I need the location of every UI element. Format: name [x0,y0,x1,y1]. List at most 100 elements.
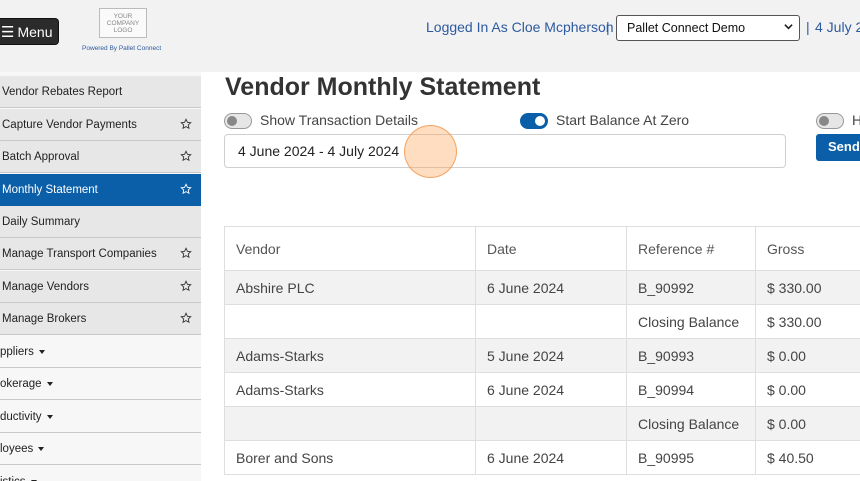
sidebar-item-manage-brokers[interactable]: Manage Brokers [0,303,201,335]
sidebar-item-label: Daily Summary [2,215,80,228]
caret-down-icon [38,446,45,451]
cell-vendor [224,304,476,339]
cell-reference: B_90993 [626,338,756,373]
cell-gross: $ 330.00 [755,304,860,339]
cell-vendor: Adams-Starks [224,338,476,373]
menu-button-label: Menu [17,23,53,40]
sidebar-item-label: Batch Approval [2,150,80,163]
organization-select-value: Pallet Connect Demo [627,21,746,35]
cell-date [475,304,627,339]
sidebar-item-label: Manage Transport Companies [2,247,157,260]
cell-date: 6 June 2024 [475,372,627,407]
third-toggle[interactable] [816,113,844,129]
toggle-knob [535,116,545,126]
sidebar-group-label: ppliers [0,345,34,358]
sidebar-item-vendor-rebates-report[interactable]: Vendor Rebates Report [0,76,201,108]
table-row: Adams-Starks 5 June 2024 B_90993 $ 0.00 [224,338,860,373]
logo-line: COMPANY [106,19,140,27]
sidebar-item-capture-vendor-payments[interactable]: Capture Vendor Payments [0,109,201,141]
sidebar-group-suppliers[interactable]: ppliers [0,336,201,368]
sidebar-item-manage-transport-companies[interactable]: Manage Transport Companies [0,238,201,270]
sidebar-item-label: Vendor Rebates Report [2,85,123,98]
cell-date: 6 June 2024 [475,440,627,475]
cell-reference: Closing Balance [626,304,756,339]
sidebar-group-label: loyees [0,442,34,455]
table-row: Adams-Starks 6 June 2024 B_90994 $ 0.00 [224,372,860,407]
logged-in-link[interactable]: Logged In As Cloe Mcpherson [426,19,614,35]
logo-line: YOUR [113,12,133,20]
table-row: Closing Balance $ 330.00 [224,304,860,339]
column-header-date[interactable]: Date [475,226,627,271]
sidebar-item-label: Capture Vendor Payments [2,118,137,131]
menu-button[interactable]: ☰ Menu [0,18,59,45]
header-separator: | [606,19,610,35]
star-icon[interactable] [180,247,192,259]
send-button-label: Send/ [828,139,860,154]
star-icon[interactable] [180,280,192,292]
cell-vendor [224,406,476,441]
cell-gross: $ 0.00 [755,406,860,441]
sidebar-item-monthly-statement[interactable]: Monthly Statement [0,174,201,206]
column-header-reference[interactable]: Reference # [626,226,756,271]
sidebar-group-label: okerage [0,377,42,390]
cell-vendor: Borer and Sons [224,440,476,475]
powered-by-text: Powered By Pallet Connect [82,45,162,52]
cell-date: 5 June 2024 [475,338,627,373]
logo-line: LOGO [113,26,133,34]
star-icon[interactable] [180,150,192,162]
caret-down-icon [38,349,45,354]
header-separator: | [806,19,810,35]
top-header: ☰ Menu YOUR COMPANY LOGO Powered By Pall… [0,0,860,72]
cell-gross: $ 0.00 [755,372,860,407]
statement-table: Vendor Date Reference # Gross Abshire PL… [224,226,860,475]
sidebar-item-label: Manage Brokers [2,312,87,325]
sidebar-item-daily-summary[interactable]: Daily Summary [0,206,201,238]
cell-reference: B_90995 [626,440,756,475]
company-logo: YOUR COMPANY LOGO [99,8,147,38]
sidebar-group-productivity[interactable]: ductivity [0,401,201,433]
sidebar-group-label: istics [0,476,26,481]
sidebar-item-label: Manage Vendors [2,280,89,293]
sidebar-item-label: Monthly Statement [2,183,98,196]
star-icon[interactable] [180,183,192,195]
cell-gross: $ 330.00 [755,270,860,305]
sidebar: Vendor Rebates Report Capture Vendor Pay… [0,72,201,481]
send-button[interactable]: Send/ [816,134,860,161]
chevron-down-icon [784,24,793,30]
cell-reference: B_90992 [626,270,756,305]
star-icon[interactable] [180,118,192,130]
date-range-value: 4 June 2024 - 4 July 2024 [238,143,400,159]
sidebar-group-logistics[interactable]: istics [0,466,201,481]
organization-select[interactable]: Pallet Connect Demo [616,15,800,41]
toggle-knob [819,116,829,126]
table-header-row: Vendor Date Reference # Gross [224,226,860,271]
sidebar-item-batch-approval[interactable]: Batch Approval [0,141,201,173]
column-header-gross[interactable]: Gross [755,226,860,271]
cell-gross: $ 0.00 [755,338,860,373]
cell-vendor: Abshire PLC [224,270,476,305]
show-transaction-details-toggle[interactable] [224,113,252,129]
column-header-vendor[interactable]: Vendor [224,226,476,271]
hamburger-icon: ☰ [1,23,15,41]
cell-vendor: Adams-Starks [224,372,476,407]
cell-gross: $ 40.50 [755,440,860,475]
caret-down-icon [46,381,53,386]
start-balance-at-zero-label: Start Balance At Zero [556,112,690,128]
third-toggle-label: H [852,112,860,128]
sidebar-group-label: ductivity [0,410,42,423]
page-title: Vendor Monthly Statement [225,73,541,101]
cell-reference: Closing Balance [626,406,756,441]
sidebar-group-employees[interactable]: loyees [0,433,201,465]
caret-down-icon [46,414,53,419]
start-balance-at-zero-toggle[interactable] [520,113,548,129]
cell-date: 6 June 2024 [475,270,627,305]
sidebar-item-manage-vendors[interactable]: Manage Vendors [0,271,201,303]
show-transaction-details-label: Show Transaction Details [260,112,418,128]
table-row: Closing Balance $ 0.00 [224,406,860,441]
toggle-knob [227,116,237,126]
table-row: Borer and Sons 6 June 2024 B_90995 $ 40.… [224,440,860,475]
sidebar-group-brokerage[interactable]: okerage [0,368,201,400]
star-icon[interactable] [180,312,192,324]
current-date-link[interactable]: 4 July 2 [815,19,860,35]
date-range-input[interactable]: 4 June 2024 - 4 July 2024 [224,134,786,168]
